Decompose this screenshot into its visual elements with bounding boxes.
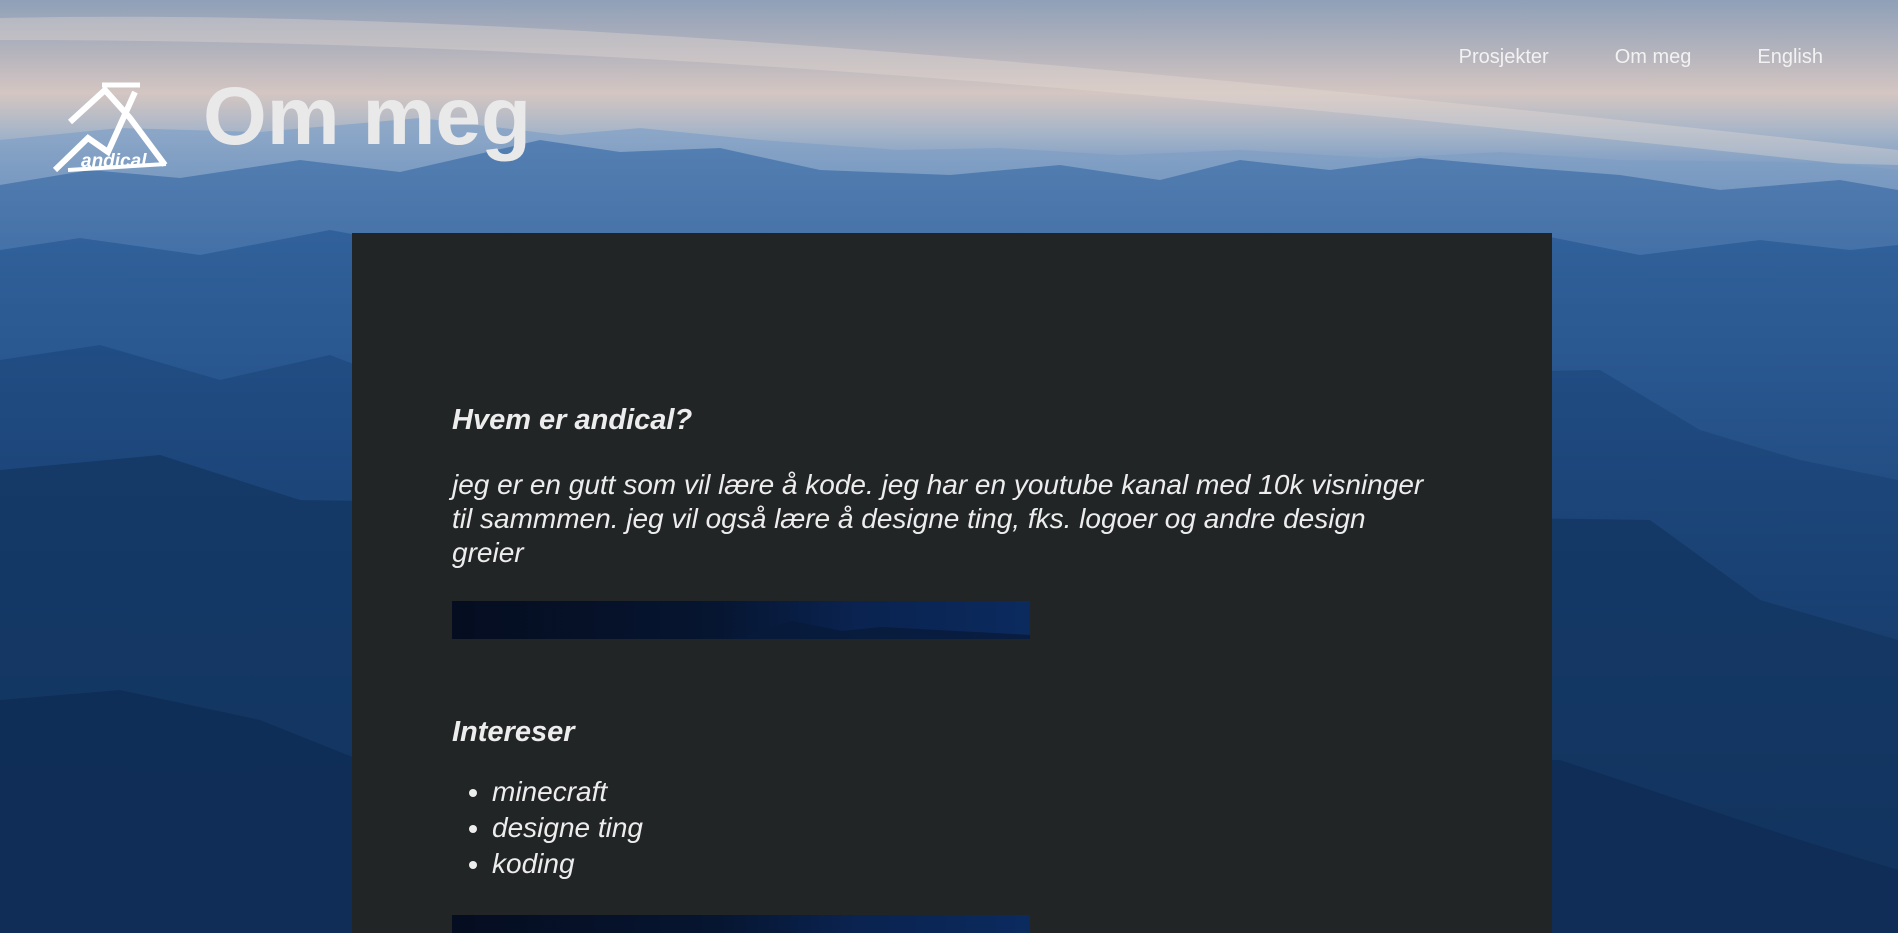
- banner-mountain-silhouette: [732, 620, 1030, 639]
- list-item: koding: [492, 846, 1452, 882]
- list-item: minecraft: [492, 774, 1452, 810]
- list-item: designe ting: [492, 810, 1452, 846]
- banner-image: [452, 600, 1030, 639]
- page: andical Om meg Prosjekter Om meg English…: [0, 0, 1898, 933]
- about-text: jeg er en gutt som vil lære å kode. jeg …: [452, 468, 1424, 568]
- page-title: Om meg: [203, 71, 532, 162]
- nav-link-om-meg[interactable]: Om meg: [1615, 46, 1692, 69]
- banner-image: [452, 914, 1030, 933]
- banner-mountain-silhouette: [752, 928, 900, 933]
- interests-list: minecraft designe ting koding: [452, 774, 1452, 882]
- nav-link-english[interactable]: English: [1757, 46, 1823, 69]
- interests-heading: Intereser: [452, 715, 575, 748]
- top-nav: Prosjekter Om meg English: [1459, 46, 1823, 69]
- nav-link-prosjekter[interactable]: Prosjekter: [1459, 46, 1549, 69]
- logo-text: andical: [81, 151, 147, 172]
- content-panel: Hvem er andical? jeg er en gutt som vil …: [352, 233, 1552, 933]
- about-heading: Hvem er andical?: [452, 404, 693, 436]
